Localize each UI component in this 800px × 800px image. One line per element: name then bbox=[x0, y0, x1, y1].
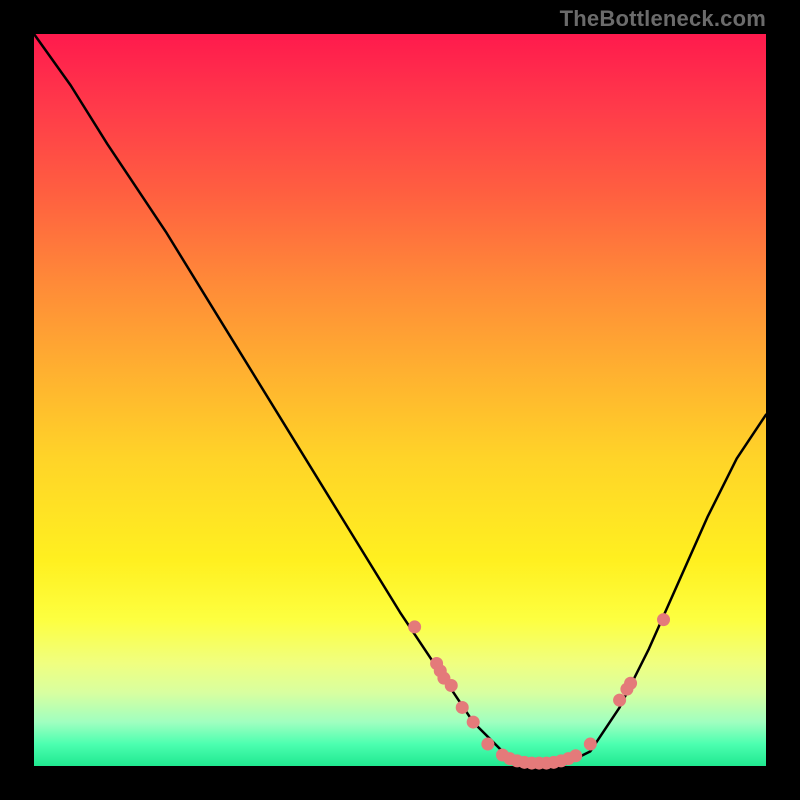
curve-layer bbox=[34, 34, 766, 766]
attribution-text: TheBottleneck.com bbox=[560, 6, 766, 32]
curve-path bbox=[34, 34, 766, 766]
plot-area bbox=[34, 34, 766, 766]
chart-container: TheBottleneck.com bbox=[0, 0, 800, 800]
curve-markers bbox=[408, 613, 670, 769]
